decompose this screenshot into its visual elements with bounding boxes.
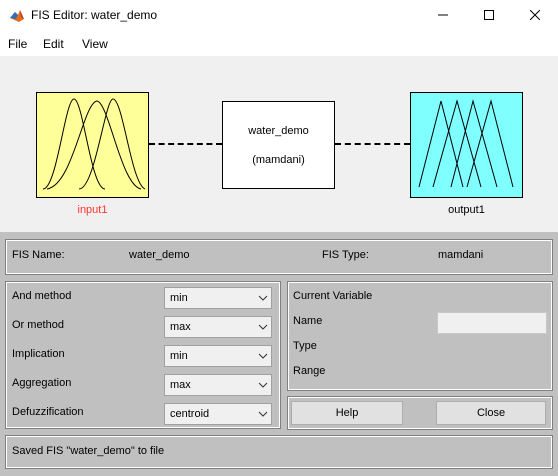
fis-name-label: FIS Name: <box>12 249 65 261</box>
output-connector <box>335 143 410 145</box>
maximize-icon <box>484 9 494 23</box>
aggregation-select[interactable]: max <box>164 374 272 396</box>
minimize-button[interactable] <box>420 0 466 32</box>
variable-type-label: Type <box>293 340 317 352</box>
status-panel: Saved FIS "water_demo" to file <box>5 435 553 469</box>
fis-name-value: water_demo <box>129 249 190 261</box>
input-connector <box>149 143 222 145</box>
chevron-down-icon <box>255 317 271 337</box>
status-message: Saved FIS "water_demo" to file <box>12 445 165 457</box>
current-variable-title: Current Variable <box>293 290 373 302</box>
help-button[interactable]: Help <box>291 401 403 425</box>
chevron-down-icon <box>255 288 271 308</box>
fis-type-value: mamdani <box>438 249 484 261</box>
implication-value: min <box>170 350 188 362</box>
defuzzification-value: centroid <box>170 408 210 420</box>
implication-label: Implication <box>12 348 65 360</box>
close-icon <box>529 9 541 23</box>
close-window-button[interactable] <box>512 0 558 32</box>
and-method-value: min <box>170 292 188 304</box>
defuzzification-label: Defuzzification <box>12 406 84 418</box>
and-method-select[interactable]: min <box>164 287 272 309</box>
methods-panel: And method min Or method max Implication… <box>5 281 281 429</box>
and-method-label: And method <box>12 290 72 302</box>
matlab-icon <box>9 8 25 24</box>
chevron-down-icon <box>255 404 271 424</box>
maximize-button[interactable] <box>466 0 512 32</box>
or-method-label: Or method <box>12 319 64 331</box>
buttons-panel: Help Close <box>287 396 553 430</box>
chevron-down-icon <box>255 375 271 395</box>
input-variable-box[interactable] <box>36 92 149 198</box>
variable-range-label: Range <box>293 365 326 377</box>
chevron-down-icon <box>255 346 271 366</box>
variable-name-label: Name <box>293 315 323 327</box>
close-button[interactable]: Close <box>436 401 546 425</box>
output-variable-box[interactable] <box>410 92 523 198</box>
input-label: input1 <box>77 204 108 216</box>
implication-select[interactable]: min <box>164 345 272 367</box>
current-variable-panel: Current Variable Name Type Range <box>287 281 553 391</box>
title-bar: FIS Editor: water_demo <box>0 0 558 32</box>
aggregation-label: Aggregation <box>12 377 72 389</box>
menu-file[interactable]: File <box>8 37 27 51</box>
variable-name-field[interactable] <box>437 312 547 334</box>
menu-edit[interactable]: Edit <box>43 37 64 51</box>
output-label: output1 <box>448 204 485 216</box>
or-method-value: max <box>170 321 191 333</box>
fis-system-box[interactable]: water_demo (mamdani) <box>222 101 335 189</box>
fis-type-label: FIS Type: <box>322 249 369 261</box>
fis-info-panel: FIS Name: water_demo FIS Type: mamdani <box>5 239 553 275</box>
aggregation-value: max <box>170 379 191 391</box>
window-title: FIS Editor: water_demo <box>31 8 158 22</box>
or-method-select[interactable]: max <box>164 316 272 338</box>
menu-view[interactable]: View <box>82 37 108 51</box>
menu-bar: File Edit View <box>0 32 558 56</box>
minimize-icon <box>438 10 448 23</box>
defuzzification-select[interactable]: centroid <box>164 403 272 425</box>
system-name: water_demo <box>248 125 309 137</box>
fis-diagram: water_demo (mamdani) input1 output1 <box>0 56 558 232</box>
system-type: (mamdani) <box>252 154 305 166</box>
